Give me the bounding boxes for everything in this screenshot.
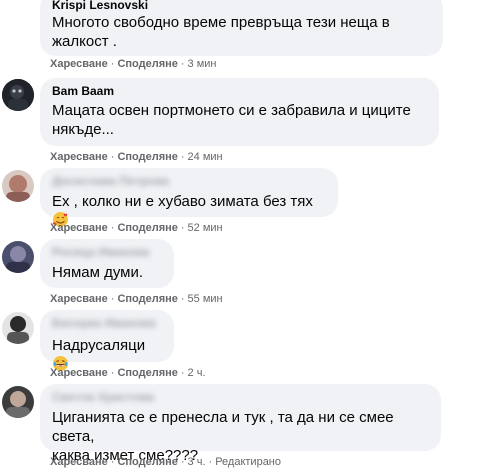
avatar[interactable] <box>2 241 34 273</box>
timestamp[interactable]: 52 мин <box>188 222 223 234</box>
comment-actions: Харесване · Споделяне · 2 ч. <box>50 367 206 379</box>
comment-bubble: Росица Иванова Нямам думи. <box>40 239 174 288</box>
like-button[interactable]: Харесване <box>50 58 108 70</box>
avatar-image <box>2 386 34 418</box>
comment-text: Нямам думи. <box>52 264 144 281</box>
timestamp[interactable]: 2 ч. <box>188 367 206 379</box>
edited-label: Редактирано <box>215 456 281 468</box>
avatar-image <box>2 79 34 111</box>
like-button[interactable]: Харесване <box>50 222 108 234</box>
share-button[interactable]: Споделяне <box>117 456 177 468</box>
comment-actions: Харесване · Споделяне · 24 мин <box>50 151 223 163</box>
timestamp[interactable]: 3 ч. <box>188 456 206 468</box>
timestamp[interactable]: 3 мин <box>188 58 217 70</box>
avatar[interactable] <box>2 386 34 418</box>
share-button[interactable]: Споделяне <box>117 293 177 305</box>
avatar[interactable] <box>2 312 34 344</box>
comment-text: Мацата освен портмонето си е забравила и… <box>52 102 411 138</box>
share-button[interactable]: Споделяне <box>117 58 177 70</box>
avatar[interactable] <box>2 79 34 111</box>
comment-author[interactable]: Росица Иванова <box>52 245 162 260</box>
like-button[interactable]: Харесване <box>50 367 108 379</box>
like-button[interactable]: Харесване <box>50 151 108 163</box>
comment-actions: Харесване · Споделяне · 3 мин <box>50 58 217 70</box>
comment-text: Многото свободно време превръща тези нещ… <box>52 14 390 50</box>
comment-bubble: Десислава Петрова Ех , колко ни е хубаво… <box>40 168 338 227</box>
share-button[interactable]: Споделяне <box>117 151 177 163</box>
like-button[interactable]: Харесване <box>50 456 108 468</box>
comment-bubble: Бисерка Иванова Надрусаляци <box>40 310 174 371</box>
comment-bubble: Светла Христова Циганията се е пренесла … <box>40 384 441 464</box>
comment-actions: Харесване · Споделяне · 55 мин <box>50 293 223 305</box>
comment-actions: Харесване · Споделяне · 3 ч. · Редактирано <box>50 456 281 468</box>
timestamp[interactable]: 24 мин <box>188 151 223 163</box>
comment-author[interactable]: Десислава Петрова <box>52 174 326 189</box>
avatar-image <box>2 312 34 344</box>
comment-actions: Харесване · Споделяне · 52 мин <box>50 222 223 234</box>
comment-author[interactable]: Krispi Lesnovski <box>52 0 431 13</box>
like-button[interactable]: Харесване <box>50 293 108 305</box>
comment-author[interactable]: Светла Христова <box>52 390 429 405</box>
comment-bubble: Krispi Lesnovski Многото свободно време … <box>40 0 443 56</box>
share-button[interactable]: Споделяне <box>117 222 177 234</box>
avatar-image <box>2 241 34 273</box>
comment-author[interactable]: Bam Baam <box>52 84 427 99</box>
comment-bubble: Bam Baam Мацата освен портмонето си е за… <box>40 78 439 146</box>
avatar[interactable] <box>2 170 34 202</box>
share-button[interactable]: Споделяне <box>117 367 177 379</box>
timestamp[interactable]: 55 мин <box>188 293 223 305</box>
avatar-image <box>2 170 34 202</box>
comment-author[interactable]: Бисерка Иванова <box>52 316 162 331</box>
